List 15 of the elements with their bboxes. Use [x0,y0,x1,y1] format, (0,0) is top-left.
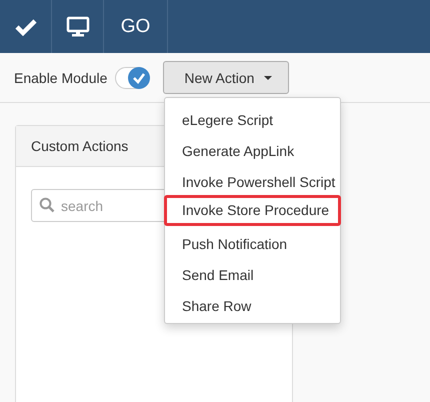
search-icon [39,197,55,213]
menu-item[interactable]: Push Notification [164,226,341,257]
check-icon [14,18,36,36]
menu-item[interactable]: eLegere Script [164,102,341,133]
monitor-icon [66,16,90,38]
menu-item[interactable]: Share Row [164,288,341,319]
new-action-button[interactable]: New Action [163,61,290,94]
enable-module-label: Enable Module [14,70,108,86]
enable-toggle[interactable] [115,66,150,88]
go-button[interactable]: GO [104,0,168,53]
menu-item[interactable]: Invoke Store Procedure [164,195,341,226]
menu-item[interactable]: Send Email [164,257,341,288]
menu-item[interactable]: Generate AppLink [164,133,341,164]
panel-title: Custom Actions [31,138,128,154]
check-icon [132,72,146,84]
